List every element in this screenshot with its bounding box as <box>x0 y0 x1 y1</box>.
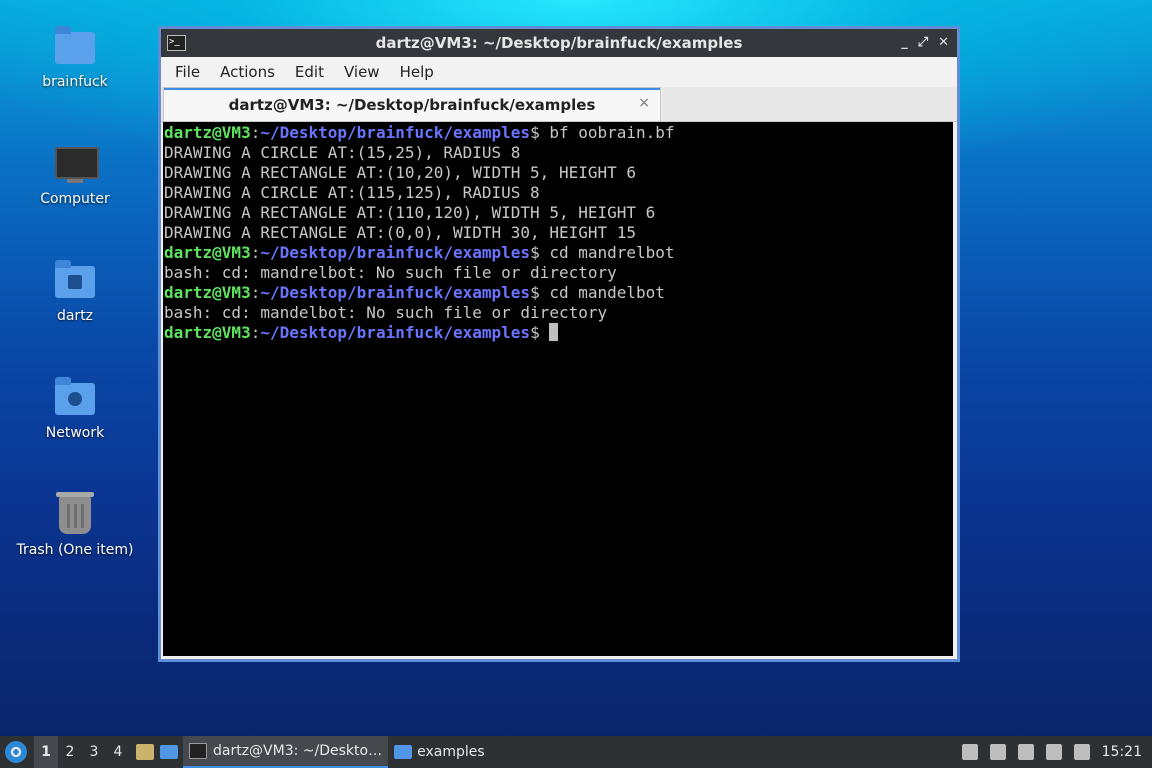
close-button[interactable]: ✕ <box>938 35 949 50</box>
terminal-prompt-line: dartz@VM3:~/Desktop/brainfuck/examples$ … <box>164 243 953 263</box>
network-folder-icon <box>51 373 99 421</box>
trash-icon <box>51 490 99 538</box>
folder-icon <box>51 22 99 70</box>
home-folder-icon <box>51 256 99 304</box>
clipboard-icon[interactable] <box>1017 744 1034 760</box>
terminal-output-line: bash: cd: mandelbot: No such file or dir… <box>164 303 608 322</box>
terminal-output-line: DRAWING A CIRCLE AT:(15,25), RADIUS 8 <box>164 143 521 162</box>
tab-close-icon[interactable]: × <box>638 95 650 111</box>
terminal-prompt-line: dartz@VM3:~/Desktop/brainfuck/examples$ … <box>164 123 953 143</box>
prompt-user: dartz@VM3 <box>164 323 251 342</box>
menu-help[interactable]: Help <box>390 63 444 81</box>
tab-terminal[interactable]: dartz@VM3: ~/Desktop/brainfuck/examples … <box>163 87 661 121</box>
prompt-path: ~/Desktop/brainfuck/examples <box>260 123 531 142</box>
tab-label: dartz@VM3: ~/Desktop/brainfuck/examples <box>228 95 596 114</box>
terminal-output[interactable]: dartz@VM3:~/Desktop/brainfuck/examples$ … <box>163 122 953 656</box>
workspace-4[interactable]: 4 <box>106 744 130 760</box>
desktop-icon-label: Network <box>45 425 105 441</box>
menu-file[interactable]: File <box>165 63 210 81</box>
terminal-icon <box>189 743 207 759</box>
desktop-icon-dartz[interactable]: dartz <box>10 256 140 346</box>
taskbar-app-examples[interactable]: examples <box>388 736 491 768</box>
taskbar-app-label: examples <box>417 744 485 760</box>
window-titlebar[interactable]: >_ dartz@VM3: ~/Desktop/brainfuck/exampl… <box>161 29 957 57</box>
terminal-app-icon[interactable]: >_ <box>167 35 186 51</box>
prompt-path: ~/Desktop/brainfuck/examples <box>260 323 531 342</box>
command-text: bf oobrain.bf <box>549 123 675 142</box>
desktop-icon-label: Trash (One item) <box>16 542 134 558</box>
prompt-user: dartz@VM3 <box>164 283 251 302</box>
tab-bar: dartz@VM3: ~/Desktop/brainfuck/examples … <box>161 87 957 122</box>
taskbar-app-label: dartz@VM3: ~/Deskto… <box>213 743 383 759</box>
prompt-colon: : <box>250 323 261 342</box>
menu-edit[interactable]: Edit <box>285 63 334 81</box>
terminal-output-line: DRAWING A CIRCLE AT:(115,125), RADIUS 8 <box>164 183 540 202</box>
terminal-window: >_ dartz@VM3: ~/Desktop/brainfuck/exampl… <box>160 28 958 660</box>
volume-icon[interactable] <box>989 744 1006 760</box>
menu-bar: File Actions Edit View Help <box>161 57 957 87</box>
terminal-prompt-line: dartz@VM3:~/Desktop/brainfuck/examples$ <box>164 323 953 343</box>
show-desktop-icon[interactable] <box>160 745 178 759</box>
desktop-icon-computer[interactable]: Computer <box>10 139 140 229</box>
menu-view[interactable]: View <box>334 63 390 81</box>
window-title: dartz@VM3: ~/Desktop/brainfuck/examples <box>375 34 743 52</box>
desktop-icon-label: Computer <box>40 191 110 207</box>
prompt-symbol: $ <box>530 243 550 262</box>
prompt-colon: : <box>250 283 261 302</box>
command-text: cd mandrelbot <box>549 243 675 262</box>
terminal-output-line: DRAWING A RECTANGLE AT:(110,120), WIDTH … <box>164 203 656 222</box>
desktop-icon-label: brainfuck <box>42 74 108 90</box>
tray-up-icon[interactable] <box>961 744 978 760</box>
prompt-user: dartz@VM3 <box>164 243 251 262</box>
desktop-icon-brainfuck[interactable]: brainfuck <box>10 22 140 112</box>
prompt-colon: : <box>250 123 261 142</box>
desktop-icon-label: dartz <box>56 308 94 324</box>
prompt-symbol: $ <box>530 123 550 142</box>
taskbar: 1 2 3 4 dartz@VM3: ~/Deskto… examples 15… <box>0 736 1152 768</box>
desktop-icon-network[interactable]: Network <box>10 373 140 463</box>
file-manager-launcher-icon[interactable] <box>136 744 154 760</box>
prompt-path: ~/Desktop/brainfuck/examples <box>260 283 531 302</box>
prompt-symbol: $ <box>530 283 550 302</box>
text-cursor <box>549 323 559 341</box>
network-icon[interactable] <box>1045 744 1062 760</box>
terminal-output-line: DRAWING A RECTANGLE AT:(0,0), WIDTH 30, … <box>164 223 637 242</box>
command-text: cd mandelbot <box>549 283 665 302</box>
workspace-1[interactable]: 1 <box>34 736 58 768</box>
prompt-colon: : <box>250 243 261 262</box>
prompt-symbol: $ <box>530 323 550 342</box>
menu-actions[interactable]: Actions <box>210 63 285 81</box>
start-menu-icon[interactable] <box>5 741 27 763</box>
terminal-output-line: DRAWING A RECTANGLE AT:(10,20), WIDTH 5,… <box>164 163 637 182</box>
terminal-output-line: bash: cd: mandrelbot: No such file or di… <box>164 263 617 282</box>
system-tray: 15:21 <box>961 744 1152 760</box>
workspace-2[interactable]: 2 <box>58 744 82 760</box>
desktop-icon-trash[interactable]: Trash (One item) <box>10 490 140 580</box>
minimize-button[interactable]: _ <box>901 35 908 50</box>
prompt-path: ~/Desktop/brainfuck/examples <box>260 243 531 262</box>
notification-icon[interactable] <box>1073 744 1090 760</box>
terminal-prompt-line: dartz@VM3:~/Desktop/brainfuck/examples$ … <box>164 283 953 303</box>
folder-icon <box>394 745 413 759</box>
taskbar-app-terminal[interactable]: dartz@VM3: ~/Deskto… <box>183 736 389 768</box>
monitor-icon <box>51 139 99 187</box>
prompt-user: dartz@VM3 <box>164 123 251 142</box>
clock[interactable]: 15:21 <box>1102 744 1142 760</box>
workspace-3[interactable]: 3 <box>82 744 106 760</box>
maximize-button[interactable]: ⤢ <box>918 35 928 50</box>
